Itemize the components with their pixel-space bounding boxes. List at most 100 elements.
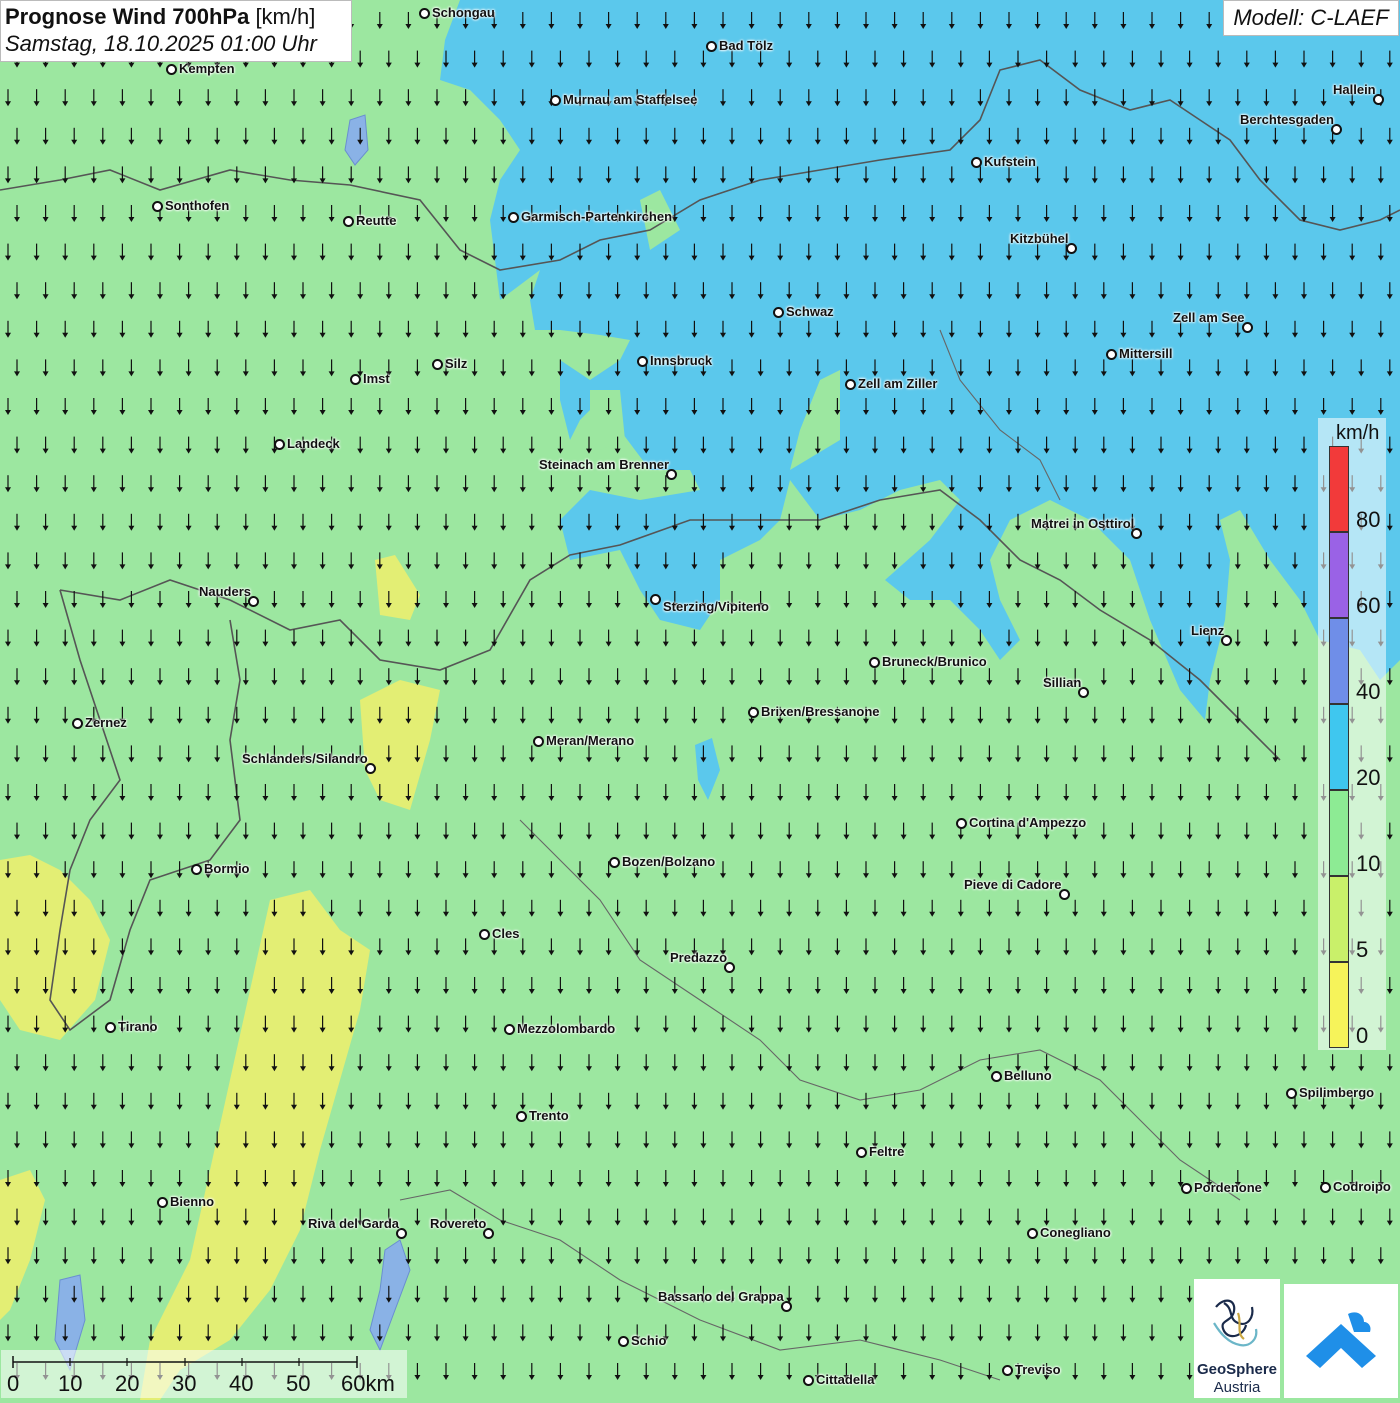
city-marker[interactable] — [479, 929, 490, 940]
city-marker[interactable] — [350, 374, 361, 385]
app-arrow-icon — [1306, 1312, 1376, 1368]
legend-unit: km/h — [1336, 422, 1380, 444]
geosphere-logo[interactable]: GeoSphere Austria — [1194, 1279, 1280, 1398]
scale-label: 30 — [172, 1371, 197, 1396]
scale-label: 0 — [7, 1371, 20, 1396]
city-marker[interactable] — [419, 8, 430, 19]
legend-swatch-40-60 — [1329, 618, 1349, 704]
city-marker[interactable] — [504, 1024, 515, 1035]
city-label: Bad Tölz — [719, 38, 774, 53]
scale-label: 20 — [115, 1371, 140, 1396]
legend-tick: 60 — [1356, 593, 1381, 618]
legend-swatch-20-40 — [1329, 704, 1349, 790]
city-label: Schongau — [432, 5, 495, 20]
city-marker[interactable] — [1106, 349, 1117, 360]
app-logo[interactable] — [1284, 1284, 1398, 1398]
city-marker[interactable] — [533, 736, 544, 747]
scale-bar: 0 10 20 30 40 50 60km — [1, 1350, 407, 1398]
city-marker[interactable] — [1286, 1088, 1297, 1099]
city-label: Meran/Merano — [546, 733, 635, 748]
city-marker[interactable] — [191, 864, 202, 875]
city-label: Cortina d'Ampezzo — [969, 815, 1087, 830]
city-label: Zell am Ziller — [858, 376, 938, 391]
city-label: Belluno — [1004, 1068, 1052, 1083]
city-label: Sonthofen — [165, 198, 230, 213]
legend-swatch-5-10 — [1329, 876, 1349, 962]
legend-swatch-60-80 — [1329, 532, 1349, 618]
city-marker[interactable] — [1027, 1228, 1038, 1239]
title-box: Prognose Wind 700hPa [km/h] Samstag, 18.… — [0, 0, 352, 62]
city-marker[interactable] — [550, 95, 561, 106]
legend-tick: 5 — [1356, 937, 1369, 962]
legend-swatch-80plus — [1329, 446, 1349, 532]
city-label: Silz — [445, 356, 468, 371]
city-marker[interactable] — [508, 212, 519, 223]
city-marker[interactable] — [1181, 1183, 1192, 1194]
city-label: Zernez — [85, 715, 127, 730]
city-label: Bormio — [204, 861, 250, 876]
city-label: Bruneck/Brunico — [882, 654, 987, 669]
geosphere-emblem-icon — [1213, 1299, 1258, 1347]
city-marker[interactable] — [274, 439, 285, 450]
map-unit: [km/h] — [255, 4, 316, 29]
city-label: Rovereto — [430, 1216, 487, 1231]
city-marker[interactable] — [609, 857, 620, 868]
legend-tick: 10 — [1356, 851, 1381, 876]
city-label: Innsbruck — [650, 353, 713, 368]
legend-swatch-10-20 — [1329, 790, 1349, 876]
city-marker[interactable] — [618, 1336, 629, 1347]
city-label: Schio — [631, 1333, 667, 1348]
city-label: Bienno — [170, 1194, 215, 1209]
color-legend: km/h 80 60 40 20 10 5 0 — [1318, 418, 1386, 1050]
city-marker[interactable] — [72, 718, 83, 729]
model-label: Modell: C-LAEF — [1223, 0, 1399, 36]
city-marker[interactable] — [105, 1022, 116, 1033]
city-label: Sillian — [1043, 675, 1082, 690]
city-label: Landeck — [287, 436, 340, 451]
city-marker[interactable] — [856, 1147, 867, 1158]
city-label: Bassano del Grappa — [658, 1289, 784, 1304]
city-label: Zell am See — [1173, 310, 1245, 325]
city-marker[interactable] — [803, 1375, 814, 1386]
scale-label: 50 — [286, 1371, 311, 1396]
city-label: Mittersill — [1119, 346, 1173, 361]
city-marker[interactable] — [706, 41, 717, 52]
city-label: Reutte — [356, 213, 397, 228]
city-label: Feltre — [869, 1144, 905, 1159]
city-marker[interactable] — [773, 307, 784, 318]
legend-tick: 80 — [1356, 507, 1381, 532]
city-marker[interactable] — [971, 157, 982, 168]
city-label: Cittadella — [816, 1372, 875, 1387]
legend-swatch-0-5 — [1329, 962, 1349, 1048]
city-marker[interactable] — [157, 1197, 168, 1208]
city-marker[interactable] — [152, 201, 163, 212]
city-label: Pieve di Cadore — [964, 877, 1062, 892]
city-label: Matrei in Osttirol — [1031, 516, 1135, 531]
city-marker[interactable] — [637, 356, 648, 367]
scale-label: 40 — [229, 1371, 254, 1396]
city-label: Hallein — [1333, 82, 1376, 97]
city-label: Trento — [529, 1108, 569, 1123]
city-label: Tirano — [118, 1019, 158, 1034]
city-marker[interactable] — [845, 379, 856, 390]
city-marker[interactable] — [956, 818, 967, 829]
city-marker[interactable] — [1320, 1182, 1331, 1193]
city-label: Murnau am Staffelsee — [563, 92, 698, 107]
city-label: Spilimbergo — [1299, 1085, 1375, 1100]
city-marker[interactable] — [991, 1071, 1002, 1082]
city-label: Mezzolombardo — [517, 1021, 616, 1036]
city-marker[interactable] — [1002, 1365, 1013, 1376]
title-line: Prognose Wind 700hPa [km/h] — [5, 4, 347, 30]
city-label: Treviso — [1015, 1362, 1061, 1377]
legend-tick: 20 — [1356, 765, 1381, 790]
city-marker[interactable] — [869, 657, 880, 668]
city-marker[interactable] — [343, 216, 354, 227]
city-marker[interactable] — [748, 707, 759, 718]
map-title: Prognose Wind 700hPa — [5, 4, 250, 29]
city-marker[interactable] — [516, 1111, 527, 1122]
city-label: Predazzo — [670, 950, 728, 965]
geosphere-name: GeoSphere — [1196, 1361, 1278, 1378]
city-marker[interactable] — [650, 594, 661, 605]
city-marker[interactable] — [166, 64, 177, 75]
city-marker[interactable] — [432, 359, 443, 370]
